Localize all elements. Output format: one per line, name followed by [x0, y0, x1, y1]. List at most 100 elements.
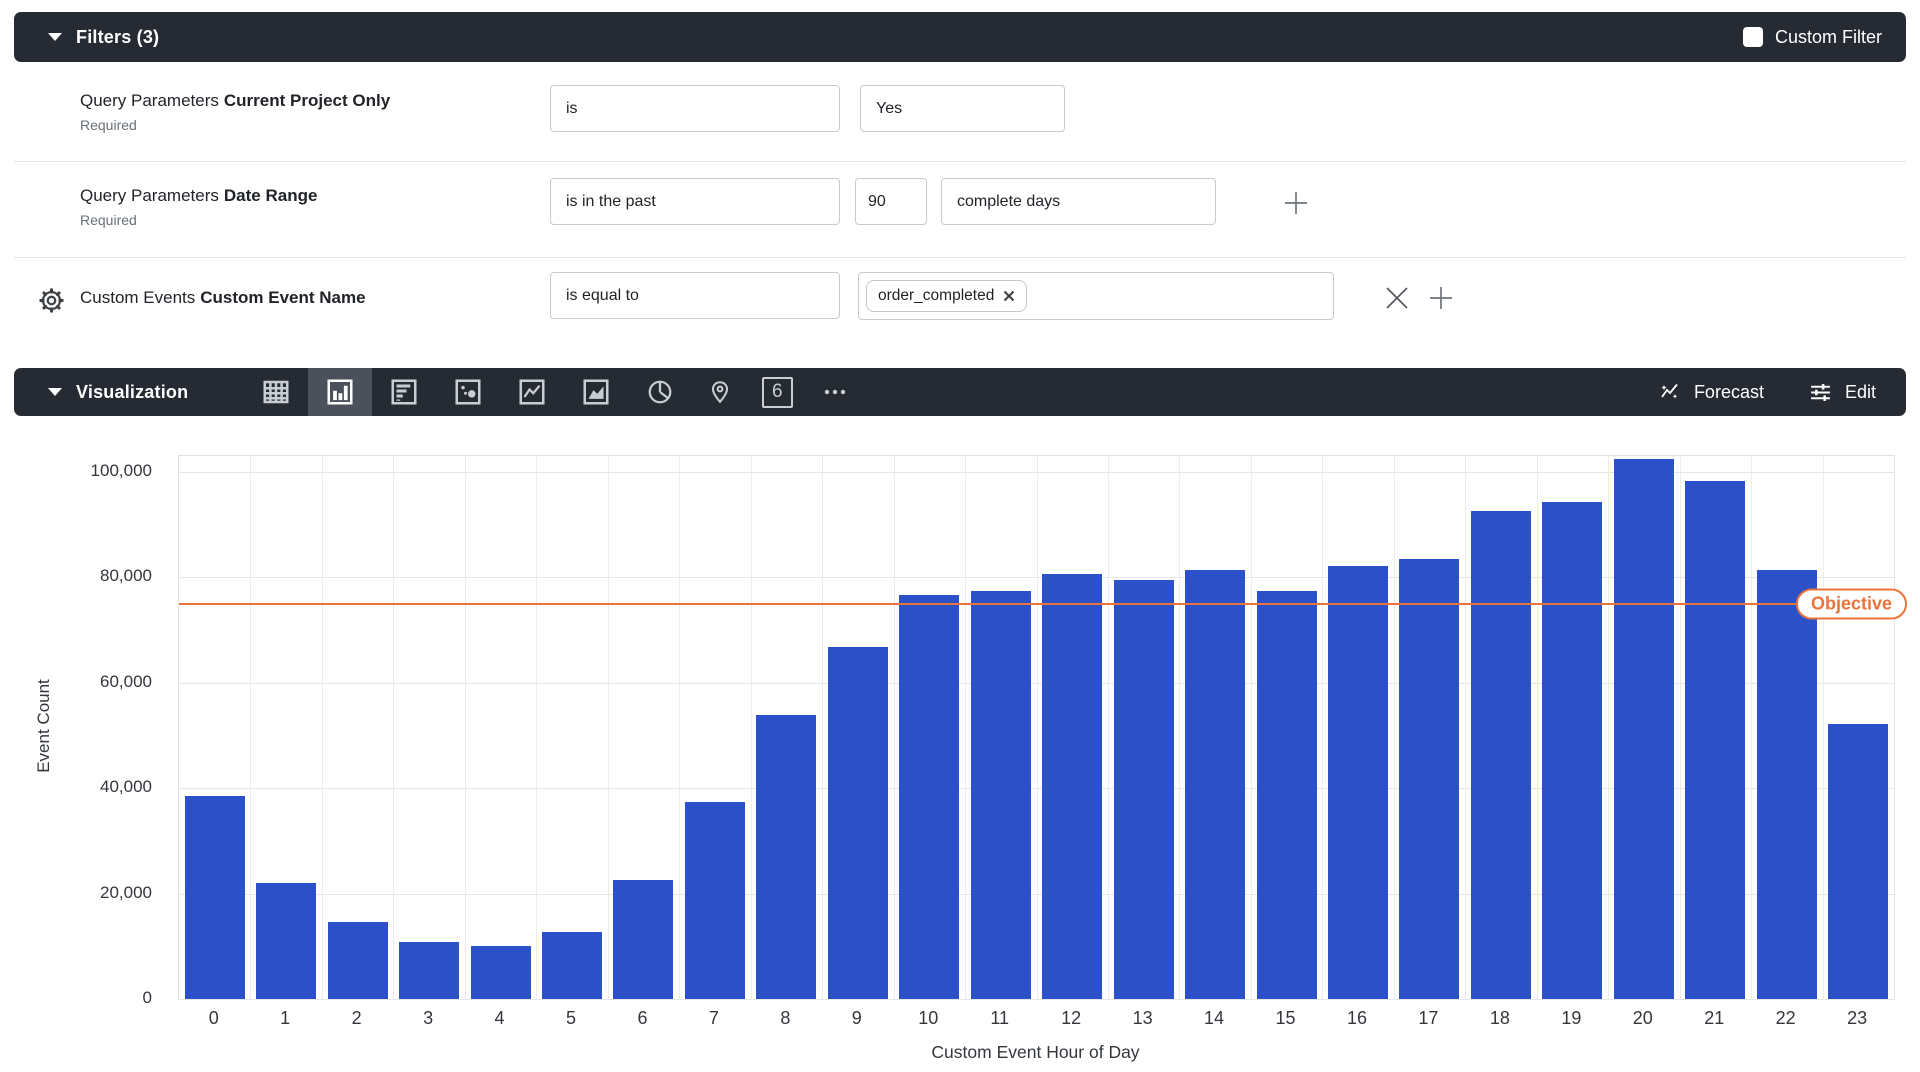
bar-hour-7[interactable]: [685, 802, 745, 999]
x-tick-label: 0: [178, 1008, 249, 1029]
bar-slot: [679, 456, 750, 999]
required-label: Required: [80, 117, 390, 133]
x-tick-label: 4: [464, 1008, 535, 1029]
viz-title-block: Visualization: [14, 382, 188, 403]
filter-values-tag-input[interactable]: order_completed: [858, 272, 1334, 320]
viz-type-map-button[interactable]: [692, 368, 748, 416]
bar-hour-17[interactable]: [1399, 559, 1459, 999]
filters-title: Filters (3): [76, 27, 159, 48]
bar-slot: [393, 456, 464, 999]
bar-hour-4[interactable]: [471, 946, 531, 999]
remove-filter-icon[interactable]: [1382, 283, 1412, 318]
viz-title: Visualization: [76, 382, 188, 403]
h-gridline: [179, 999, 1894, 1000]
x-tick-label: 16: [1321, 1008, 1392, 1029]
viz-type-line-chart-button[interactable]: [500, 368, 564, 416]
ellipsis-icon: [820, 377, 850, 407]
filter-value-chip[interactable]: order_completed: [866, 280, 1027, 312]
viz-collapse-caret-icon[interactable]: [48, 388, 62, 396]
custom-filter-label: Custom Filter: [1775, 27, 1882, 48]
bar-hour-3[interactable]: [399, 942, 459, 999]
bar-slot: [1394, 456, 1465, 999]
line-chart-icon: [517, 377, 547, 407]
horizontal-bar-chart-icon: [389, 377, 419, 407]
bar-hour-19[interactable]: [1542, 502, 1602, 999]
chart-region: Event Count 020,00040,00060,00080,000100…: [0, 430, 1920, 1072]
bars: [179, 456, 1894, 999]
pie-chart-icon: [645, 377, 675, 407]
bar-slot: [608, 456, 679, 999]
column-chart-icon: [325, 377, 355, 407]
bar-hour-20[interactable]: [1614, 459, 1674, 999]
add-filter-icon[interactable]: [1426, 283, 1456, 318]
viz-type-column-chart-button[interactable]: [308, 368, 372, 416]
bar-slot: [1179, 456, 1250, 999]
operator-input[interactable]: [550, 178, 840, 225]
filter-group: Query Parameters: [80, 186, 219, 205]
x-tick-label: 11: [964, 1008, 1035, 1029]
x-tick-label: 10: [893, 1008, 964, 1029]
operator-input[interactable]: [550, 85, 840, 132]
y-tick-label: 20,000: [100, 883, 152, 903]
bar-hour-15[interactable]: [1257, 591, 1317, 999]
add-filter-icon[interactable]: [1281, 188, 1311, 223]
operator-input[interactable]: [550, 272, 840, 319]
edit-label: Edit: [1845, 382, 1876, 403]
filters-collapse-caret-icon[interactable]: [48, 33, 62, 41]
filter-field: Date Range: [224, 186, 318, 205]
bar-hour-16[interactable]: [1328, 566, 1388, 999]
viz-type-bar-chart-button[interactable]: [372, 368, 436, 416]
x-tick-label: 3: [392, 1008, 463, 1029]
bar-hour-23[interactable]: [1828, 724, 1888, 999]
viz-type-scatter-button[interactable]: [436, 368, 500, 416]
filter-settings-gear-icon[interactable]: [37, 286, 66, 320]
edit-button[interactable]: Edit: [1808, 380, 1876, 405]
x-tick-label: 12: [1035, 1008, 1106, 1029]
x-tick-label: 18: [1464, 1008, 1535, 1029]
viz-header-right: Forecast Edit: [1658, 380, 1906, 405]
bar-slot: [1537, 456, 1608, 999]
x-tick-label: 1: [249, 1008, 320, 1029]
forecast-button[interactable]: Forecast: [1658, 380, 1764, 404]
y-tick-label: 80,000: [100, 566, 152, 586]
viz-type-area-chart-button[interactable]: [564, 368, 628, 416]
bar-hour-13[interactable]: [1114, 580, 1174, 999]
visualization-header-bar: Visualization: [14, 368, 1906, 416]
bar-slot: [1680, 456, 1751, 999]
x-tick-label: 19: [1536, 1008, 1607, 1029]
bar-hour-9[interactable]: [828, 647, 888, 999]
filter-group: Query Parameters: [80, 91, 219, 110]
bar-slot: [465, 456, 536, 999]
bar-hour-5[interactable]: [542, 932, 602, 999]
bar-hour-8[interactable]: [756, 715, 816, 999]
bar-hour-22[interactable]: [1757, 570, 1817, 999]
unit-input[interactable]: [941, 178, 1216, 225]
plus-icon: [1281, 188, 1311, 218]
viz-type-pie-chart-button[interactable]: [628, 368, 692, 416]
filter-value-input[interactable]: [860, 85, 1065, 132]
y-tick-label: 60,000: [100, 672, 152, 692]
forecast-sparkle-icon: [1658, 380, 1682, 404]
x-tick-label: 13: [1107, 1008, 1178, 1029]
bar-hour-6[interactable]: [613, 880, 673, 999]
viz-header-left: Visualization: [14, 368, 864, 416]
explore-page: Filters (3) Custom Filter Query Paramete…: [0, 0, 1920, 1072]
viz-more-types-button[interactable]: [806, 368, 864, 416]
bar-hour-12[interactable]: [1042, 574, 1102, 999]
bar-hour-18[interactable]: [1471, 511, 1531, 999]
bar-hour-21[interactable]: [1685, 481, 1745, 999]
bar-hour-11[interactable]: [971, 591, 1031, 999]
bar-hour-1[interactable]: [256, 883, 316, 999]
bar-hour-10[interactable]: [899, 595, 959, 999]
objective-label[interactable]: Objective: [1796, 588, 1907, 619]
custom-filter-checkbox[interactable]: [1743, 27, 1763, 47]
y-tick-label: 100,000: [91, 461, 152, 481]
amount-input[interactable]: [855, 178, 927, 225]
bar-hour-0[interactable]: [185, 796, 245, 999]
custom-filter-toggle[interactable]: Custom Filter: [1743, 27, 1906, 48]
bar-hour-2[interactable]: [328, 922, 388, 999]
viz-type-table-button[interactable]: [244, 368, 308, 416]
viz-type-single-value-button[interactable]: 6: [748, 368, 806, 416]
remove-chip-x-icon[interactable]: [1003, 290, 1015, 302]
bar-hour-14[interactable]: [1185, 570, 1245, 999]
